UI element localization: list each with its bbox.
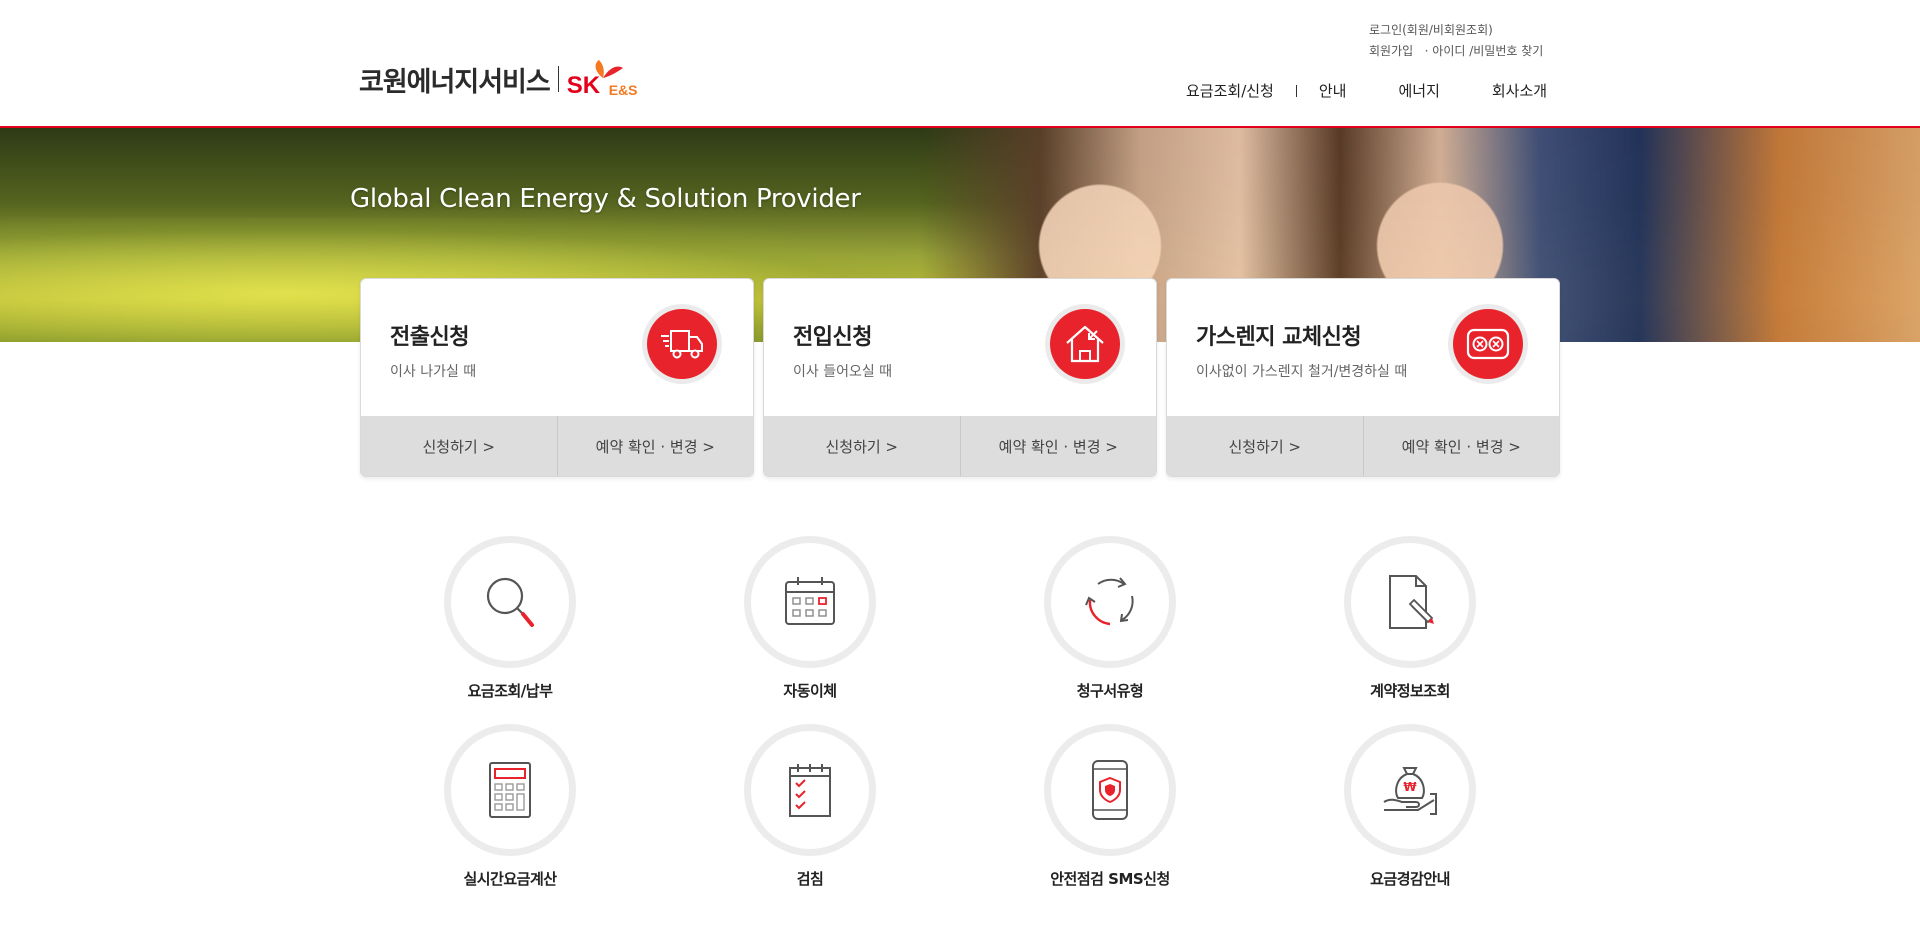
reservation-check-button[interactable]: 예약 확인 · 변경 > xyxy=(556,416,754,476)
reservation-check-button[interactable]: 예약 확인 · 변경 > xyxy=(1362,416,1560,476)
quick-menu-label: 자동이체 xyxy=(783,682,837,700)
card-buttons: 신청하기 > 예약 확인 · 변경 > xyxy=(361,416,753,476)
quick-menu-label: 청구서유형 xyxy=(1076,682,1144,700)
quick-menu-label: 요금조회/납부 xyxy=(467,682,553,700)
main-nav: 요금조회/신청 안내 에너지 회사소개 xyxy=(1186,80,1547,101)
gas-range-icon xyxy=(1466,328,1510,360)
quick-menu-label: 안전점검 SMS신청 xyxy=(1050,870,1170,888)
quick-menu-ring xyxy=(744,536,876,668)
nav-divider xyxy=(1295,84,1297,97)
nav-item-company[interactable]: 회사소개 xyxy=(1492,80,1547,101)
card-buttons: 신청하기 > 예약 확인 · 변경 > xyxy=(1167,416,1559,476)
nav-item-energy[interactable]: 에너지 xyxy=(1398,80,1439,101)
login-link[interactable]: 로그인(회원/비회원조회) xyxy=(1369,23,1493,37)
quick-menu-ring xyxy=(1044,724,1176,856)
hero-slogan: Global Clean Energy & Solution Provider xyxy=(350,184,861,214)
logo-divider xyxy=(557,66,559,92)
card-move-out: 전출신청 이사 나가실 때 신청하기 > 예약 확인 · 변경 > xyxy=(360,278,754,477)
card-badge xyxy=(1448,304,1528,384)
card-desc: 이사 나가실 때 xyxy=(390,364,477,380)
card-buttons: 신청하기 > 예약 확인 · 변경 > xyxy=(764,416,1156,476)
utility-links: 로그인(회원/비회원조회) 회원가입 · 아이디 /비밀번호 찾기 xyxy=(1369,20,1543,62)
quick-menu-safety-sms[interactable]: 안전점검 SMS신청 xyxy=(1010,724,1210,889)
quick-menu-realtime-calc[interactable]: 실시간요금계산 xyxy=(410,724,610,889)
magnifier-icon xyxy=(486,577,534,627)
quick-menu-label: 검침 xyxy=(796,870,824,888)
cycle-arrows-icon xyxy=(1085,577,1134,626)
quick-menu-ring: ₩ xyxy=(1344,724,1476,856)
join-link[interactable]: 회원가입 xyxy=(1369,44,1413,58)
quick-menu-fee-reduction[interactable]: ₩ 요금경감안내 xyxy=(1310,724,1510,889)
apply-button[interactable]: 신청하기 > xyxy=(764,416,960,476)
card-desc: 이사 들어오실 때 xyxy=(793,364,893,380)
quick-menu-auto-transfer[interactable]: 자동이체 xyxy=(710,536,910,701)
nav-item-guide[interactable]: 안내 xyxy=(1319,80,1347,101)
sk-es-logo: SK E&S xyxy=(567,58,647,100)
quick-menu-contract-info[interactable]: 계약정보조회 xyxy=(1310,536,1510,701)
quick-menu-ring xyxy=(444,536,576,668)
quick-menu-ring xyxy=(1044,536,1176,668)
quick-menu-ring xyxy=(444,724,576,856)
quick-menu-label: 요금경감안내 xyxy=(1370,870,1450,888)
moving-truck-icon xyxy=(661,330,703,359)
quick-menu-meter-reading[interactable]: 검침 xyxy=(710,724,910,889)
quick-menu-bill-inquiry[interactable]: 요금조회/납부 xyxy=(410,536,610,701)
card-gas-range: 가스렌지 교체신청 이사없이 가스렌지 철거/변경하실 때 신청하기 > 예약 … xyxy=(1166,278,1560,477)
house-arrow-icon xyxy=(1066,325,1104,363)
money-bag-hand-icon: ₩ xyxy=(1383,767,1437,815)
checklist-icon xyxy=(789,764,831,817)
quick-menu-ring xyxy=(1344,536,1476,668)
quick-menu-label: 실시간요금계산 xyxy=(463,870,557,888)
apply-button[interactable]: 신청하기 > xyxy=(1167,416,1363,476)
phone-shield-icon xyxy=(1092,760,1128,820)
site-header: 코원에너지서비스 SK E&S 로그인(회원/비회원조회) 회원가입 · 아이디… xyxy=(0,0,1920,128)
calculator-icon xyxy=(489,762,531,818)
reservation-check-button[interactable]: 예약 확인 · 변경 > xyxy=(959,416,1157,476)
quick-menu-bill-type[interactable]: 청구서유형 xyxy=(1010,536,1210,701)
logo-sk: SK xyxy=(566,72,601,99)
nav-item-billing[interactable]: 요금조회/신청 xyxy=(1186,80,1274,101)
card-move-in: 전입신청 이사 들어오실 때 신청하기 > 예약 확인 · 변경 > xyxy=(763,278,1157,477)
logo[interactable]: 코원에너지서비스 SK E&S xyxy=(359,58,647,100)
card-title: 가스렌지 교체신청 xyxy=(1196,325,1362,350)
card-title: 전입신청 xyxy=(793,325,872,350)
logo-text: 코원에너지서비스 xyxy=(359,66,551,98)
calendar-icon xyxy=(785,577,835,625)
logo-es: E&S xyxy=(608,82,638,98)
card-badge xyxy=(1045,304,1125,384)
apply-button[interactable]: 신청하기 > xyxy=(361,416,557,476)
find-id-password-link[interactable]: 아이디 /비밀번호 찾기 xyxy=(1432,44,1543,58)
card-badge xyxy=(642,304,722,384)
document-pen-icon xyxy=(1389,575,1434,629)
quick-menu-ring xyxy=(744,724,876,856)
svg-text:₩: ₩ xyxy=(1403,780,1417,794)
card-title: 전출신청 xyxy=(390,325,469,350)
card-desc: 이사없이 가스렌지 철거/변경하실 때 xyxy=(1196,364,1408,380)
quick-menu-label: 계약정보조회 xyxy=(1370,682,1450,700)
util-dot: · xyxy=(1424,44,1429,58)
